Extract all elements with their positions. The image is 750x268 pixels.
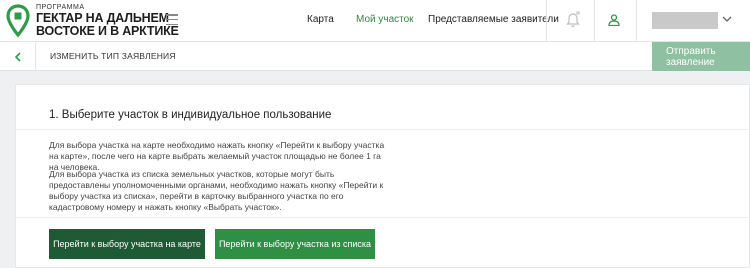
- divider: [594, 0, 595, 42]
- map-pin-logo-icon: [6, 4, 30, 37]
- nav-map[interactable]: Карта: [307, 14, 334, 25]
- user-name-placeholder[interactable]: [652, 12, 718, 29]
- send-application-button[interactable]: Отправить заявление: [652, 42, 750, 71]
- card-divider-top: [16, 129, 750, 130]
- divider: [546, 0, 547, 42]
- user-icon[interactable]: [608, 14, 620, 26]
- chevron-down-icon[interactable]: [722, 15, 732, 23]
- select-on-map-button[interactable]: Перейти к выбору участка на карте: [49, 229, 205, 259]
- nav-representatives[interactable]: Представляемые заявители: [428, 14, 559, 25]
- nav-my-plot[interactable]: Мой участок: [356, 14, 414, 25]
- back-button[interactable]: [0, 42, 36, 71]
- step-card: 1. Выберите участок в индивидуальное пол…: [15, 84, 750, 268]
- step-title: 1. Выберите участок в индивидуальное пол…: [49, 109, 332, 121]
- chevron-left-icon: [14, 51, 21, 62]
- instruction-list: Для выбора участка из списка земельных у…: [49, 169, 384, 212]
- card-divider-bottom: [16, 217, 750, 218]
- notification-dot: [576, 11, 580, 15]
- menu-icon[interactable]: [166, 14, 178, 25]
- select-from-list-button[interactable]: Перейти к выбору участка из списка: [215, 229, 375, 259]
- top-header: ПРОГРАММА ГЕКТАР НА ДАЛЬНЕМ ВОСТОКЕ И В …: [0, 0, 750, 42]
- page-subtitle: ИЗМЕНИТЬ ТИП ЗАЯВЛЕНИЯ: [50, 51, 176, 61]
- logo[interactable]: ПРОГРАММА ГЕКТАР НА ДАЛЬНЕМ ВОСТОКЕ И В …: [6, 4, 179, 38]
- logo-title-line2: ВОСТОКЕ И В АРКТИКЕ: [36, 24, 179, 38]
- sub-toolbar: ИЗМЕНИТЬ ТИП ЗАЯВЛЕНИЯ Отправить заявлен…: [0, 42, 750, 71]
- divider: [636, 0, 637, 42]
